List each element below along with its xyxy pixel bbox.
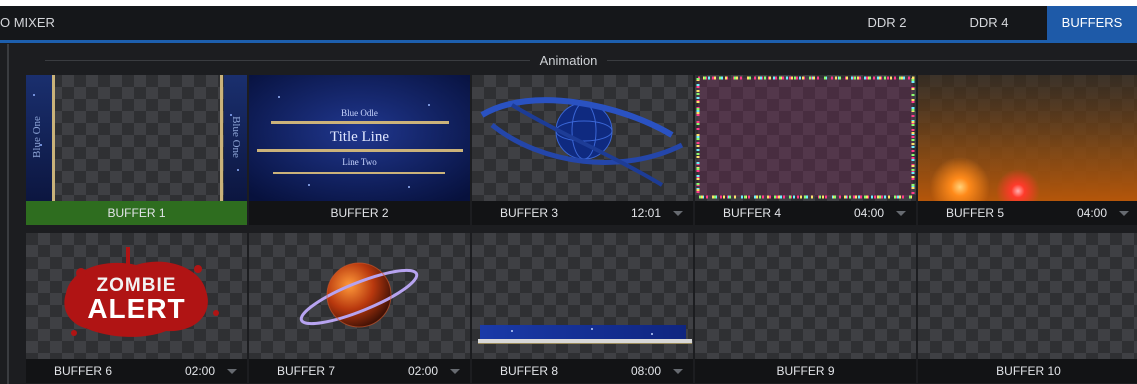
chevron-down-icon[interactable] bbox=[673, 211, 683, 216]
buffer-8-time: 08:00 bbox=[630, 364, 661, 378]
buffer-1-label-bar: BUFFER 1 bbox=[26, 201, 247, 225]
section-title: Animation bbox=[0, 52, 1137, 70]
buffer-8-label-bar: BUFFER 8 08:00 bbox=[472, 359, 693, 383]
tab-buffers[interactable]: BUFFERS bbox=[1047, 6, 1137, 40]
buffer-2-line-top: Blue Odle bbox=[341, 108, 378, 118]
glow-graphic bbox=[918, 75, 1137, 201]
buffer-9-thumbnail bbox=[695, 233, 916, 359]
planet-graphic bbox=[299, 262, 419, 328]
app-window: O MIXER DDR 2 DDR 4 BUFFERS Animation Bl… bbox=[0, 6, 1137, 384]
chevron-down-icon[interactable] bbox=[227, 369, 237, 374]
buffer-5-label-bar: BUFFER 5 04:00 bbox=[918, 201, 1137, 225]
section-title-label: Animation bbox=[529, 53, 608, 68]
buffer-5-thumbnail bbox=[918, 75, 1137, 201]
buffer-6-title-2: ALERT bbox=[87, 293, 186, 324]
buffer-2-title-line: Title Line bbox=[329, 129, 390, 145]
buffer-8-thumbnail bbox=[472, 233, 693, 359]
buffer-5-time: 04:00 bbox=[1076, 206, 1107, 220]
light-frame-graphic bbox=[696, 76, 915, 199]
buffer-8[interactable]: BUFFER 8 08:00 bbox=[472, 233, 693, 383]
buffer-2[interactable]: Blue Odle Title Line Line Two BUFFER 2 bbox=[249, 75, 470, 225]
buffer-3[interactable]: BUFFER 3 12:01 bbox=[472, 75, 693, 225]
app-title: O MIXER bbox=[0, 15, 55, 30]
buffer-7-time: 02:00 bbox=[407, 364, 438, 378]
buffer-10-thumbnail bbox=[918, 233, 1137, 359]
buffer-1-right-text: Blue One bbox=[230, 116, 242, 158]
buffer-2-label-bar: BUFFER 2 bbox=[249, 201, 470, 225]
buffer-6-name: BUFFER 6 bbox=[54, 364, 113, 378]
buffer-10-name: BUFFER 10 bbox=[996, 364, 1061, 378]
buffer-1-left-text: Blue One bbox=[31, 116, 43, 158]
buffer-5-name: BUFFER 5 bbox=[946, 206, 1005, 220]
buffer-4-thumbnail bbox=[695, 75, 916, 201]
buffer-9-label-bar: BUFFER 9 bbox=[695, 359, 916, 383]
buffer-1-thumbnail: Blue One Blue One bbox=[26, 75, 247, 201]
buffer-1-name: BUFFER 1 bbox=[107, 206, 166, 220]
globe-swoosh-graphic bbox=[480, 97, 684, 187]
buffer-6[interactable]: ZOMBIE ALERT BUFFER 6 02:00 bbox=[26, 233, 247, 383]
buffer-3-name: BUFFER 3 bbox=[500, 206, 559, 220]
buffer-10[interactable]: BUFFER 10 bbox=[918, 233, 1137, 383]
buffer-7[interactable]: BUFFER 7 02:00 bbox=[249, 233, 470, 383]
buffer-2-name: BUFFER 2 bbox=[330, 206, 389, 220]
tab-ddr4[interactable]: DDR 4 bbox=[938, 6, 1040, 40]
chevron-down-icon[interactable] bbox=[1119, 211, 1129, 216]
top-bar: O MIXER DDR 2 DDR 4 BUFFERS bbox=[0, 6, 1137, 43]
buffer-9[interactable]: BUFFER 9 bbox=[695, 233, 916, 383]
buffer-3-time: 12:01 bbox=[630, 206, 661, 220]
tab-ddr2[interactable]: DDR 2 bbox=[846, 6, 928, 40]
buffer-4-time: 04:00 bbox=[853, 206, 884, 220]
buffer-2-line-two: Line Two bbox=[342, 157, 377, 167]
chevron-down-icon[interactable] bbox=[673, 369, 683, 374]
buffer-6-thumbnail: ZOMBIE ALERT bbox=[26, 233, 247, 359]
buffer-4-name: BUFFER 4 bbox=[723, 206, 782, 220]
buffer-4-label-bar: BUFFER 4 04:00 bbox=[695, 201, 916, 225]
buffer-6-label-bar: BUFFER 6 02:00 bbox=[26, 359, 247, 383]
buffer-3-label-bar: BUFFER 3 12:01 bbox=[472, 201, 693, 225]
buffer-7-name: BUFFER 7 bbox=[277, 364, 336, 378]
lower-third-graphic bbox=[478, 325, 692, 344]
chevron-down-icon[interactable] bbox=[450, 369, 460, 374]
chevron-down-icon[interactable] bbox=[896, 211, 906, 216]
buffer-7-thumbnail bbox=[249, 233, 470, 359]
buffer-5[interactable]: BUFFER 5 04:00 bbox=[918, 75, 1137, 225]
buffer-10-label-bar: BUFFER 10 bbox=[918, 359, 1137, 383]
buffer-4[interactable]: BUFFER 4 04:00 bbox=[695, 75, 916, 225]
buffer-3-thumbnail bbox=[472, 75, 693, 201]
buffer-9-name: BUFFER 9 bbox=[776, 364, 835, 378]
buffer-7-label-bar: BUFFER 7 02:00 bbox=[249, 359, 470, 383]
buffer-1[interactable]: Blue One Blue One BUFFER 1 bbox=[26, 75, 247, 225]
buffer-8-name: BUFFER 8 bbox=[500, 364, 559, 378]
buffer-6-time: 02:00 bbox=[184, 364, 215, 378]
buffer-2-thumbnail: Blue Odle Title Line Line Two bbox=[249, 75, 470, 201]
